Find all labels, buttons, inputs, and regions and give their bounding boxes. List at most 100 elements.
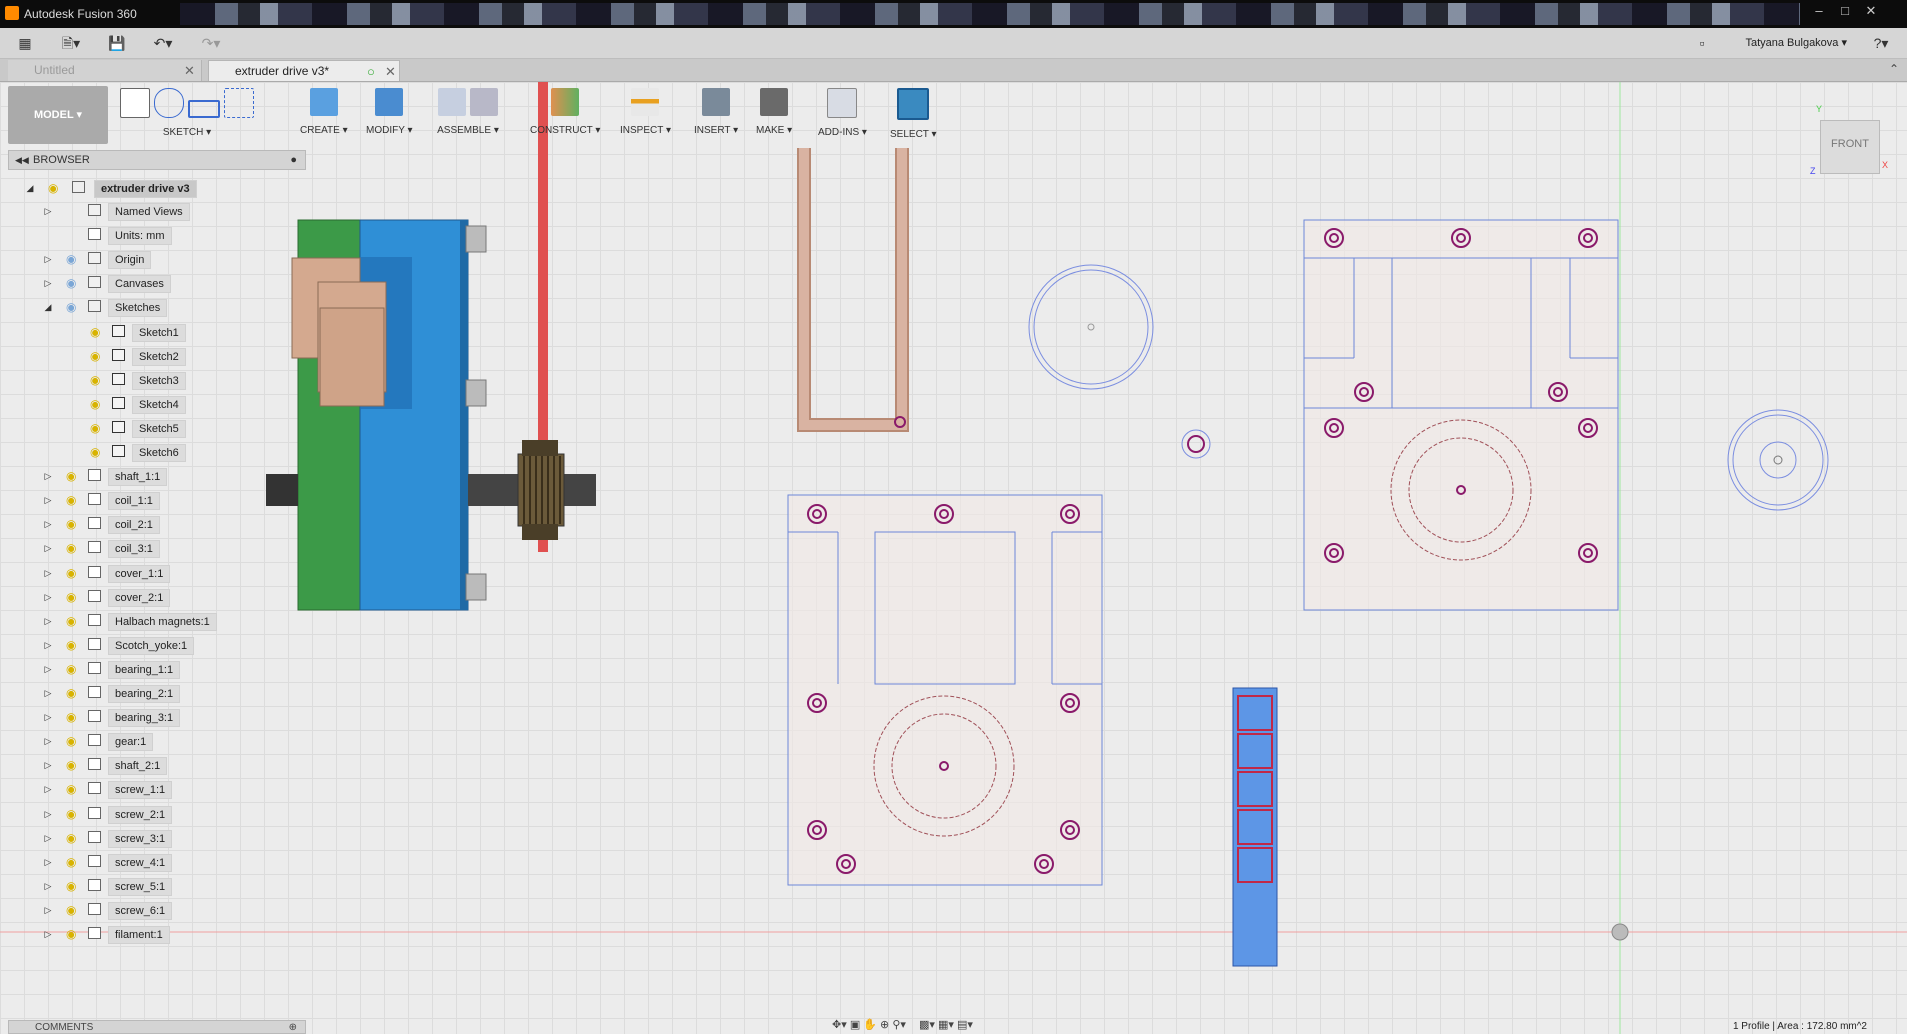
close-tab-icon[interactable]: ✕ (184, 60, 195, 81)
browser-item[interactable]: ▷ ◉ shaft_1:1 (20, 467, 280, 487)
browser-item[interactable]: Units: mm (20, 226, 280, 246)
expand-triangle-icon[interactable]: ▷ (42, 277, 54, 289)
expand-triangle-icon[interactable]: ▷ (42, 711, 54, 723)
viewports-icon[interactable]: ▤▾ (957, 1019, 973, 1031)
expand-triangle-icon[interactable]: ▷ (42, 880, 54, 892)
new-component-icon[interactable] (438, 88, 466, 116)
press-pull-icon[interactable] (375, 88, 404, 116)
visibility-bulb-icon[interactable]: ◉ (66, 614, 78, 628)
make-group[interactable]: MAKE ▾ (756, 88, 792, 136)
browser-header[interactable]: ◀◀ BROWSER ● (8, 150, 306, 170)
look-at-icon[interactable]: ▣ (850, 1019, 860, 1031)
visibility-bulb-icon[interactable]: ◉ (66, 927, 78, 941)
expand-triangle-icon[interactable]: ▷ (42, 928, 54, 940)
expand-triangle-icon[interactable]: ▷ (42, 205, 54, 217)
close-tab-icon[interactable]: ✕ (385, 61, 396, 82)
maximize-icon[interactable]: □ (1834, 2, 1856, 20)
visibility-bulb-icon[interactable]: ◉ (66, 590, 78, 604)
expand-triangle-icon[interactable]: ▷ (42, 856, 54, 868)
visibility-bulb-icon[interactable]: ◉ (90, 349, 102, 363)
browser-sketch-item[interactable]: ◉ Sketch1 (44, 323, 304, 342)
display-settings-icon[interactable]: ▩▾ (919, 1019, 935, 1031)
visibility-bulb-icon[interactable]: ◉ (90, 421, 102, 435)
visibility-bulb-icon[interactable]: ◉ (66, 734, 78, 748)
expand-triangle-icon[interactable]: ▷ (42, 591, 54, 603)
visibility-bulb-icon[interactable]: ◉ (90, 373, 102, 387)
sketch-group[interactable]: SKETCH ▾ (118, 88, 256, 138)
browser-item[interactable]: ▷ ◉ bearing_2:1 (20, 684, 280, 703)
browser-item[interactable]: ▷ ◉ screw_3:1 (20, 829, 280, 848)
expand-triangle-icon[interactable]: ▷ (42, 904, 54, 916)
undo-icon[interactable]: ↶▾ (146, 33, 180, 53)
zoom-window-icon[interactable]: ⚲▾ (892, 1019, 906, 1031)
rectangle-icon[interactable] (188, 100, 220, 118)
construct-group[interactable]: CONSTRUCT ▾ (530, 88, 600, 136)
expand-triangle-icon[interactable]: ▷ (42, 615, 54, 627)
expand-triangle-icon[interactable]: ▷ (42, 494, 54, 506)
browser-item[interactable]: ▷ Named Views (20, 202, 280, 221)
browser-item[interactable]: ▷ ◉ screw_1:1 (20, 780, 280, 800)
orbit-icon[interactable]: ✥▾ (832, 1019, 847, 1031)
expand-triangle-icon[interactable]: ▷ (42, 832, 54, 844)
expand-triangle-icon[interactable]: ▷ (42, 253, 54, 265)
create-group[interactable]: CREATE ▾ (300, 88, 348, 136)
close-icon[interactable]: ✕ (1860, 2, 1882, 20)
add-ins-group[interactable]: ADD-INS ▾ (818, 88, 867, 138)
visibility-bulb-icon[interactable]: ◉ (66, 517, 78, 531)
3d-print-icon[interactable] (760, 88, 789, 116)
visibility-bulb-icon[interactable]: ◉ (66, 758, 78, 772)
expand-triangle-icon[interactable]: ▷ (42, 808, 54, 820)
visibility-bulb-icon[interactable]: ◉ (66, 807, 78, 821)
visibility-bulb-icon[interactable]: ◉ (90, 445, 102, 459)
browser-sketch-item[interactable]: ◉ Sketch5 (44, 419, 304, 438)
browser-sketch-item[interactable]: ◉ Sketch3 (44, 371, 304, 390)
visibility-bulb-icon[interactable]: ◉ (90, 397, 102, 411)
line-icon[interactable] (154, 88, 184, 118)
expand-triangle-icon[interactable]: ▷ (42, 663, 54, 675)
browser-item[interactable]: ▷ ◉ Halbach magnets:1 (20, 612, 280, 631)
expand-triangle-icon[interactable]: ▷ (42, 518, 54, 530)
select-icon[interactable] (897, 88, 930, 120)
browser-sketch-item[interactable]: ◉ Sketch2 (44, 347, 304, 366)
expand-triangle-icon[interactable]: ▷ (42, 735, 54, 747)
grid-settings-icon[interactable]: ▦▾ (938, 1019, 954, 1031)
pan-icon[interactable]: ✋ (863, 1019, 877, 1031)
browser-item[interactable]: ▷ ◉ bearing_1:1 (20, 660, 280, 679)
create-sketch-icon[interactable] (120, 88, 150, 118)
inspect-group[interactable]: INSPECT ▾ (620, 88, 671, 136)
browser-item[interactable]: ▷ ◉ coil_2:1 (20, 515, 280, 535)
expand-triangle-icon[interactable]: ▷ (42, 687, 54, 699)
help-icon[interactable]: ?▾ (1866, 33, 1896, 53)
expand-triangle-icon[interactable]: ◢ (24, 182, 36, 194)
file-menu-icon[interactable]: 🗎▾ (56, 33, 86, 53)
browser-item[interactable]: ▷ ◉ screw_2:1 (20, 805, 280, 824)
visibility-bulb-icon[interactable]: ◉ (66, 710, 78, 724)
visibility-bulb-icon[interactable]: ◉ (66, 566, 78, 580)
browser-item[interactable]: ▷ ◉ filament:1 (20, 925, 280, 944)
project-icon[interactable] (224, 88, 254, 118)
browser-item[interactable]: ▷ ◉ screw_6:1 (20, 901, 280, 920)
browser-item[interactable]: ▷ ◉ bearing_3:1 (20, 708, 280, 728)
visibility-bulb-icon[interactable]: ◉ (66, 252, 78, 266)
expand-triangle-icon[interactable]: ▷ (42, 542, 54, 554)
assemble-group[interactable]: ASSEMBLE ▾ (436, 88, 500, 136)
viewcube[interactable]: FRONT (1820, 120, 1880, 174)
browser-item[interactable]: ▷ ◉ screw_5:1 (20, 877, 280, 896)
offset-plane-icon[interactable] (551, 88, 580, 116)
browser-item[interactable]: ▷ ◉ coil_3:1 (20, 539, 280, 559)
browser-item[interactable]: ▷ ◉ screw_4:1 (20, 853, 280, 872)
collapse-chevron-icon[interactable]: ⌃ (1889, 62, 1899, 76)
visibility-bulb-icon[interactable]: ◉ (66, 276, 78, 290)
visibility-bulb-icon[interactable]: ◉ (66, 638, 78, 652)
comments-panel[interactable]: COMMENTS ⊕ (8, 1020, 306, 1034)
insert-group[interactable]: INSERT ▾ (694, 88, 738, 136)
scripts-icon[interactable] (827, 88, 858, 118)
visibility-bulb-icon[interactable]: ◉ (66, 879, 78, 893)
zoom-icon[interactable]: ⊕ (880, 1019, 889, 1031)
insert-image-icon[interactable] (702, 88, 731, 116)
visibility-bulb-icon[interactable]: ◉ (66, 855, 78, 869)
add-comment-icon[interactable]: ⊕ (289, 1021, 297, 1034)
visibility-bulb-icon[interactable]: ◉ (66, 469, 78, 483)
joint-icon[interactable] (470, 88, 498, 116)
browser-item[interactable]: ▷ ◉ shaft_2:1 (20, 756, 280, 776)
